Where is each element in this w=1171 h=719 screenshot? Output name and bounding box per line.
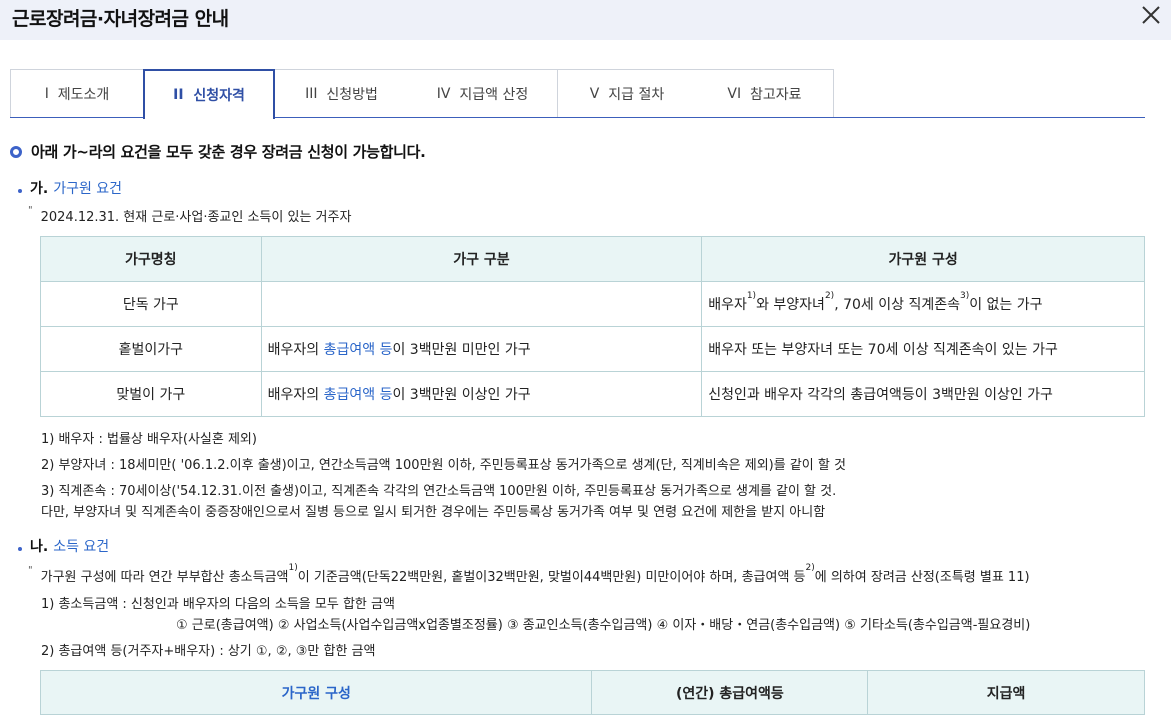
note-text: 2024.12.31. 현재 근로·사업·종교인 소득이 있는 거주자 [40, 210, 352, 225]
tab-label: 지급액 산정 [459, 86, 529, 103]
section-household-requirement: 가. 가구원 요건 [18, 178, 122, 198]
table-header: (연간) 총급여액등 [591, 670, 869, 715]
household-name: 단독 가구 [40, 281, 262, 327]
tab-label: 신청자격 [193, 88, 245, 104]
bullet-icon [18, 188, 22, 193]
close-icon[interactable] [1139, 3, 1163, 27]
window-title: 근로장려금·자녀장려금 안내 [12, 8, 229, 30]
tab-payment-procedure[interactable]: V 지급 절차 [558, 69, 697, 117]
table-header: 가구원 구성 [701, 236, 1145, 282]
tab-payment-calculation[interactable]: IV 지급액 산정 [408, 69, 558, 117]
tab-number: I [44, 85, 49, 102]
requirements-headline: 아래 가~라의 요건을 모두 갖춘 경우 장려금 신청이 가능합니다. [10, 141, 426, 162]
tab-label: 지급 절차 [608, 86, 665, 103]
headline-text: 아래 가~라의 요건을 모두 갖춘 경우 장려금 신청이 가능합니다. [31, 143, 426, 161]
tab-number: IV [436, 85, 451, 102]
household-composition: 배우자 또는 부양자녀 또는 70세 이상 직계존속이 있는 가구 [701, 326, 1145, 372]
tab-application-method[interactable]: III 신청방법 [275, 69, 409, 117]
tab-bar: I 제도소개 II 신청자격 III 신청방법 IV 지급액 산정 V 지급 절… [10, 69, 1145, 119]
tab-eligibility[interactable]: II 신청자격 [143, 69, 275, 119]
footnote-dependent-child: 2) 부양자녀 : 18세미만( '06.1.2.이후 출생)이고, 연간소득금… [41, 458, 846, 473]
note-text: 가구원 구성에 따라 연간 부부합산 총소득금액1)이 기준금액(단독22백만원… [40, 563, 1030, 585]
table-row: 홑벌이가구 배우자의 총급여액 등이 3백만원 미만인 가구 배우자 또는 부양… [40, 326, 1145, 372]
household-composition: 신청인과 배우자 각각의 총급여액등이 3백만원 이상인 가구 [701, 371, 1145, 417]
footnote-spouse: 1) 배우자 : 법률상 배우자(사실혼 제외) [41, 432, 257, 447]
section-key: 가. [30, 181, 49, 197]
note-mark-icon: " [28, 565, 33, 576]
tab-label: 제도소개 [57, 86, 110, 103]
tab-number: III [305, 85, 318, 102]
tab-number: VI [727, 85, 742, 102]
household-name: 홑벌이가구 [40, 326, 262, 372]
section-title-link[interactable]: 가구원 요건 [53, 178, 122, 198]
section-a-note: " 2024.12.31. 현재 근로·사업·종교인 소득이 있는 거주자 [28, 205, 352, 226]
tab-number: II [173, 87, 184, 103]
total-salary-definition: 2) 총급여액 등(거주자+배우자) : 상기 ①, ②, ③만 합한 금액 [41, 644, 376, 659]
tab-number: V [589, 85, 600, 102]
footnote-exception: 다만, 부양자녀 및 직계존속이 중증장애인으로서 질병 등으로 일시 퇴거한 … [41, 505, 826, 520]
circle-bullet-icon [10, 145, 22, 158]
household-table: 가구명칭 가구 구분 가구원 구성 단독 가구 배우자1)와 부양자녀2), 7… [40, 236, 1145, 417]
tab-label: 참고자료 [750, 86, 802, 103]
bullet-icon [18, 546, 22, 551]
total-salary-link[interactable]: 총급여액 등 [324, 387, 393, 403]
payment-table: 가구원 구성 (연간) 총급여액등 지급액 [39, 670, 1145, 715]
tab-system-intro[interactable]: I 제도소개 [10, 69, 144, 117]
section-key: 나. [30, 539, 49, 555]
note-mark-icon: " [28, 205, 33, 216]
section-title-link[interactable]: 소득 요건 [53, 536, 109, 556]
table-header-link[interactable]: 가구원 구성 [39, 670, 593, 715]
household-type [260, 281, 703, 327]
table-header: 가구명칭 [40, 236, 262, 282]
total-income-definition: 1) 총소득금액 : 신청인과 배우자의 다음의 소득을 모두 합한 금액 [41, 597, 395, 612]
total-income-items: ① 근로(총급여액) ② 사업소득(사업수입금액x업종별조정률) ③ 종교인소득… [176, 618, 1031, 633]
household-type: 배우자의 총급여액 등이 3백만원 이상인 가구 [260, 371, 703, 417]
tab-label: 신청방법 [326, 86, 378, 103]
table-header: 지급액 [867, 670, 1145, 715]
table-row: 맞벌이 가구 배우자의 총급여액 등이 3백만원 이상인 가구 신청인과 배우자… [40, 371, 1145, 417]
household-name: 맞벌이 가구 [40, 371, 262, 417]
footnote-lineal-ascendant: 3) 직계존속 : 70세이상('54.12.31.이전 출생)이고, 직계존속… [41, 484, 837, 499]
household-composition: 배우자1)와 부양자녀2), 70세 이상 직계존속3)이 없는 가구 [701, 281, 1145, 327]
table-header: 가구 구분 [260, 236, 703, 282]
section-income-requirement: 나. 소득 요건 [18, 536, 109, 556]
window-titlebar: 근로장려금·자녀장려금 안내 [0, 0, 1171, 40]
total-salary-link[interactable]: 총급여액 등 [324, 342, 393, 358]
household-type: 배우자의 총급여액 등이 3백만원 미만인 가구 [260, 326, 703, 372]
table-row: 단독 가구 배우자1)와 부양자녀2), 70세 이상 직계존속3)이 없는 가… [40, 281, 1145, 327]
section-b-note: " 가구원 구성에 따라 연간 부부합산 총소득금액1)이 기준금액(단독22백… [28, 563, 1030, 585]
tab-references[interactable]: VI 참고자료 [696, 69, 834, 117]
